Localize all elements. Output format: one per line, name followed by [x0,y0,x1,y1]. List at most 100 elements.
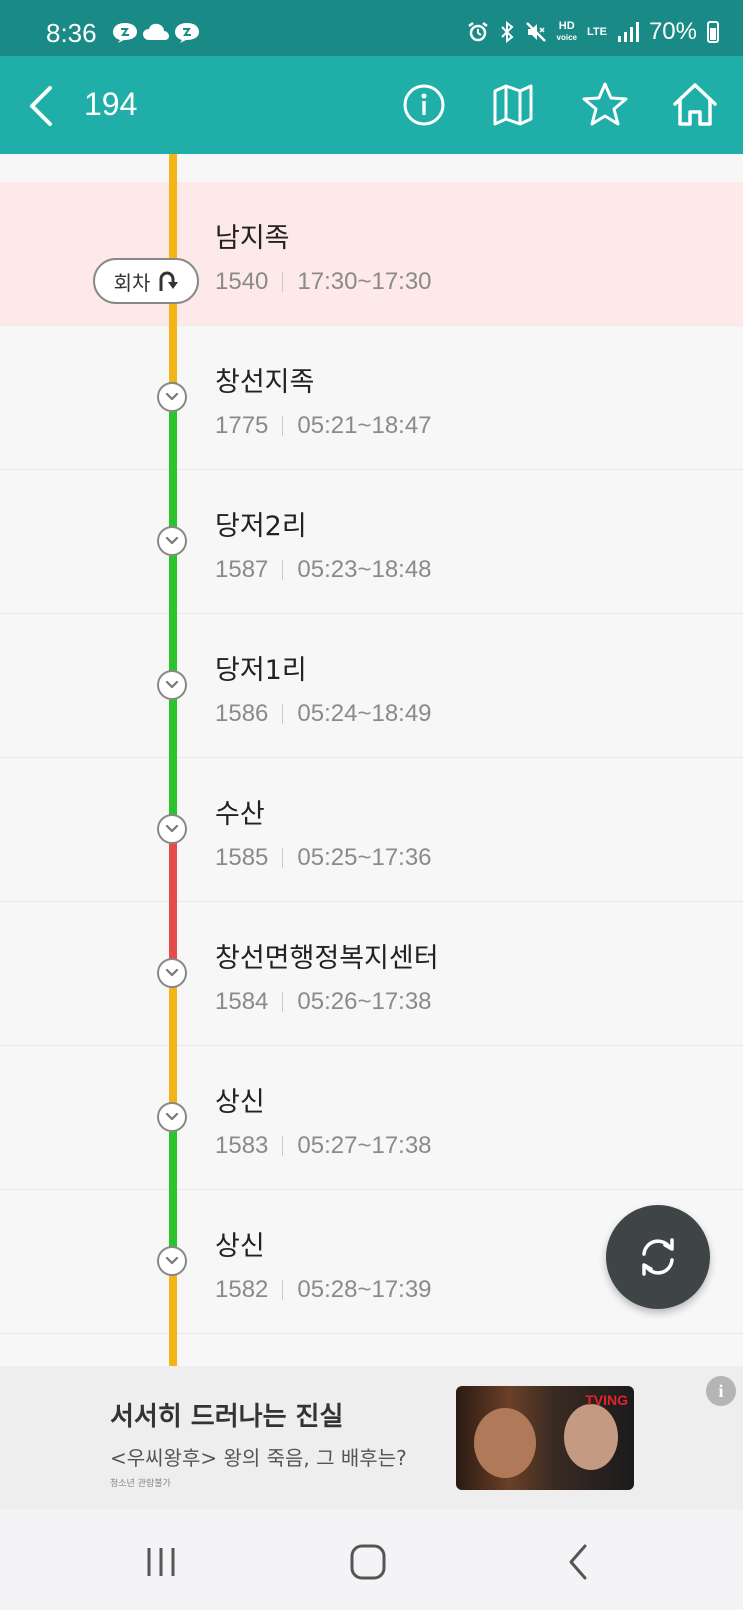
recent-apps-icon[interactable] [139,1540,183,1584]
route-line-segment [169,1270,177,1334]
cloud-icon [143,23,169,40]
stop-meta: 1586 05:24~18:49 [215,700,432,728]
stop-id: 1583 [215,1132,269,1159]
stop-meta: 1775 05:21~18:47 [215,412,432,440]
chevron-down-icon [165,968,179,977]
alarm-icon [467,22,488,42]
stop-row[interactable]: 창선지족 1775 05:21~18:47 [0,326,743,470]
signal-icon [617,22,639,42]
refresh-icon [642,1238,674,1276]
stop-name: 창선지족 [215,367,315,398]
stop-name: 상신 [215,1231,265,1262]
status-bar: 8:36 HD voice LTE 70% [0,0,743,56]
stop-hours: 05:21~18:47 [297,412,432,439]
stop-name: 당저1리 [215,655,307,686]
ad-rating: 청소년 관람불가 [110,1479,171,1489]
stop-hours: 05:24~18:49 [297,700,432,727]
stop-row[interactable]: 당저1리 1586 05:24~18:49 [0,614,743,758]
stop-row[interactable]: 수산 1585 05:25~17:36 [0,758,743,902]
stop-name: 남지족 [215,223,290,254]
refresh-button[interactable] [606,1205,710,1309]
home-icon[interactable] [670,80,720,130]
stop-hours: 17:30~17:30 [297,268,432,295]
home-nav-icon[interactable] [346,1540,390,1584]
mute-icon [525,22,546,42]
ad-brand-logo: TVING [585,1392,628,1408]
stop-row[interactable]: 상신 1583 05:27~17:38 [0,1046,743,1190]
route-number-title: 194 [84,86,138,122]
chevron-down-icon [165,824,179,833]
ad-banner[interactable]: 서서히 드러나는 진실 <우씨왕후> 왕의 죽음, 그 배후는? 청소년 관람불… [0,1366,743,1510]
stop-meta: 1585 05:25~17:36 [215,844,432,872]
stop-marker [157,958,187,988]
stop-id: 1585 [215,844,269,871]
chevron-down-icon [165,1256,179,1265]
route-line-segment [169,838,177,902]
stop-name: 상신 [215,1087,265,1118]
star-icon[interactable] [580,80,630,130]
route-line-segment [169,1334,177,1366]
turnaround-badge: 회차 [93,258,199,304]
back-arrow-icon[interactable] [22,84,62,128]
hd-label: HD [558,20,575,32]
info-icon[interactable] [399,80,449,130]
ad-image[interactable]: TVING [456,1386,634,1490]
stop-row[interactable]: 당저2리 1587 05:23~18:48 [0,470,743,614]
hd-voice-indicator: HD voice [557,21,577,43]
meta-separator [282,272,284,292]
stop-marker [157,814,187,844]
battery-percent: 70% [648,18,697,45]
u-turn-icon [159,271,179,291]
stop-hours: 05:23~18:48 [297,556,432,583]
back-nav-icon[interactable] [557,1540,601,1584]
stop-name: 창선면행정복지센터 [215,943,439,974]
stop-meta: 1540 17:30~17:30 [215,268,432,296]
stop-id: 1587 [215,556,269,583]
stop-id: 1586 [215,700,269,727]
stop-list[interactable]: 회차 남지족 1540 17:30~17:30 창선지족 1775 05:21~18:47 당… [0,154,743,1366]
meta-separator [282,1280,284,1300]
route-line-segment [169,326,177,382]
previous-row-sliver [0,154,743,183]
stop-id: 1584 [215,988,269,1015]
route-line-segment [169,1126,177,1190]
stop-meta: 1583 05:27~17:38 [215,1132,432,1160]
stop-meta: 1582 05:28~17:39 [215,1276,432,1304]
meta-separator [282,560,284,580]
stop-marker [157,382,187,412]
stop-row[interactable]: 창선면행정복지센터 1584 05:26~17:38 [0,902,743,1046]
map-icon[interactable] [488,80,538,130]
meta-separator [282,1136,284,1156]
meta-separator [282,416,284,436]
battery-icon [707,21,719,43]
stop-meta: 1584 05:26~17:38 [215,988,432,1016]
stop-hours: 05:28~17:39 [297,1276,432,1303]
chat-icon [175,23,199,43]
chat-icon [113,23,137,43]
ad-title: 서서히 드러나는 진실 [110,1402,344,1432]
ad-image-face-left [474,1408,536,1478]
system-nav-bar [0,1510,743,1610]
ad-info-icon[interactable]: i [706,1376,736,1406]
meta-separator [282,992,284,1012]
chevron-down-icon [165,1112,179,1121]
status-time: 8:36 [46,18,97,48]
route-line-segment [169,982,177,1046]
stop-hours: 05:25~17:36 [297,844,432,871]
meta-separator [282,704,284,724]
stop-hours: 05:27~17:38 [297,1132,432,1159]
stop-marker [157,1246,187,1276]
stop-row[interactable]: 회차 남지족 1540 17:30~17:30 [0,182,743,326]
ad-image-face-right [564,1404,618,1470]
voice-label: voice [556,33,577,42]
chevron-down-icon [165,680,179,689]
status-notification-icons [112,22,200,44]
stop-id: 1540 [215,268,269,295]
chevron-down-icon [165,536,179,545]
stop-marker [157,526,187,556]
stop-name: 수산 [215,799,265,830]
stop-marker [157,670,187,700]
stop-name: 당저2리 [215,511,307,542]
meta-separator [282,848,284,868]
route-line-segment [169,154,177,182]
